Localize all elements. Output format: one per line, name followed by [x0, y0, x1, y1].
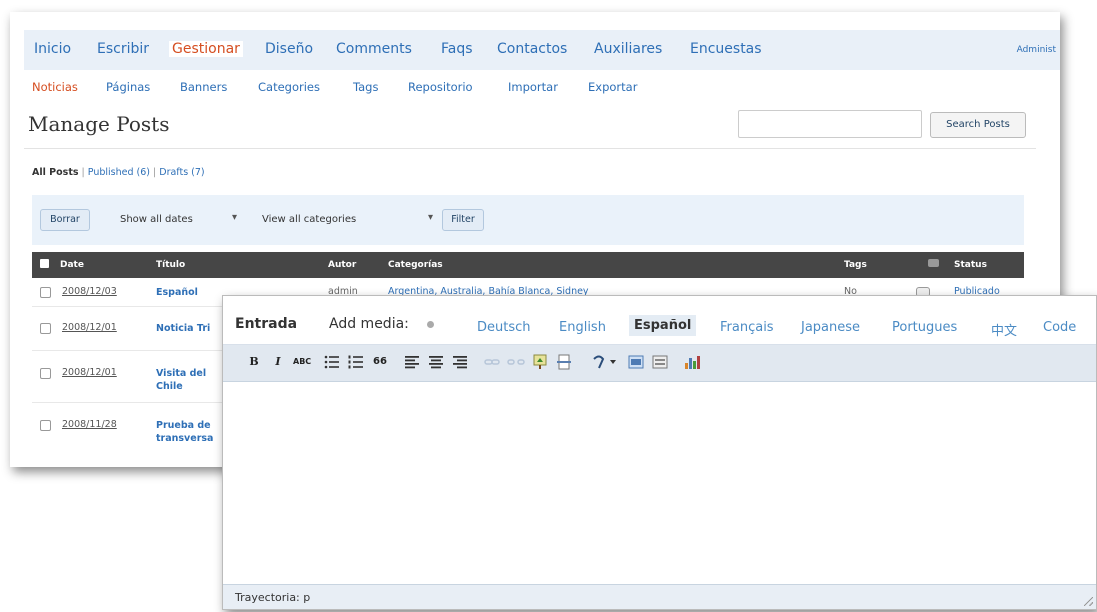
row-checkbox[interactable]	[40, 420, 51, 431]
lang-tab-english[interactable]: English	[559, 320, 606, 335]
row-checkbox[interactable]	[40, 368, 51, 379]
nav-escribir[interactable]: Escribir	[97, 41, 149, 57]
media-icon[interactable]	[427, 321, 434, 328]
subnav-tags[interactable]: Tags	[353, 80, 378, 94]
post-date[interactable]: 2008/12/01	[62, 322, 117, 333]
unlink-icon[interactable]	[507, 353, 525, 371]
admin-link[interactable]: Administ	[1017, 45, 1056, 55]
post-title[interactable]: Visita del	[156, 367, 206, 380]
nav-diseno[interactable]: Diseño	[265, 41, 313, 57]
bold-icon[interactable]: B	[245, 353, 263, 371]
spellcheck-icon[interactable]	[591, 353, 619, 371]
categories-select[interactable]: View all categories ▾	[262, 212, 440, 225]
lang-tab-code[interactable]: Code	[1043, 320, 1076, 335]
lang-tab-portugues[interactable]: Portugues	[892, 320, 957, 335]
nav-faqs[interactable]: Faqs	[441, 41, 473, 57]
bullet-list-icon[interactable]	[323, 353, 341, 371]
nav-auxiliares[interactable]: Auxiliares	[594, 41, 662, 57]
subnav-repositorio[interactable]: Repositorio	[408, 80, 473, 94]
divider	[24, 148, 1036, 149]
col-autor: Autor	[328, 260, 357, 270]
post-date[interactable]: 2008/11/28	[62, 419, 117, 430]
editor-content-area[interactable]	[223, 382, 1096, 585]
insert-image-icon[interactable]	[531, 353, 549, 371]
post-title[interactable]: Prueba de	[156, 419, 211, 432]
lang-tab-francais[interactable]: Français	[720, 320, 774, 335]
nav-inicio[interactable]: Inicio	[34, 41, 71, 57]
numbered-list-icon[interactable]	[347, 353, 365, 371]
posts-table-header: Date Título Autor Categorías Tags Status	[32, 252, 1024, 278]
actions-bar: Borrar Show all dates ▾ View all categor…	[32, 195, 1024, 245]
align-right-icon[interactable]	[451, 353, 469, 371]
blockquote-icon[interactable]: 66	[371, 353, 389, 371]
page-title: Manage Posts	[28, 112, 170, 136]
chart-icon[interactable]	[683, 353, 701, 371]
post-status-filters: All Posts | Published (6) | Drafts (7)	[32, 167, 205, 178]
dropdown-arrow-icon: ▾	[232, 212, 238, 223]
col-categorias: Categorías	[388, 260, 443, 270]
dates-select[interactable]: Show all dates ▾	[120, 212, 246, 225]
strikethrough-icon[interactable]: ABC	[293, 353, 311, 371]
italic-icon[interactable]: I	[269, 353, 287, 371]
col-titulo: Título	[156, 260, 186, 270]
post-title-line2[interactable]: transversa	[156, 432, 213, 445]
row-checkbox[interactable]	[40, 323, 51, 334]
filter-drafts[interactable]: Drafts (7)	[159, 167, 204, 178]
post-date[interactable]: 2008/12/03	[62, 286, 117, 297]
subnav-categories[interactable]: Categories	[258, 80, 320, 94]
align-center-icon[interactable]	[427, 353, 445, 371]
subnav-importar[interactable]: Importar	[508, 80, 558, 94]
align-left-icon[interactable]	[403, 353, 421, 371]
editor-status-bar: Trayectoria: p	[223, 584, 1096, 609]
post-title[interactable]: Noticia Tri	[156, 322, 210, 335]
comments-icon	[928, 259, 939, 267]
resize-grip-icon[interactable]	[1084, 597, 1093, 606]
fullscreen-icon[interactable]	[627, 353, 645, 371]
editor-toolbar: B I ABC 66	[223, 344, 1096, 382]
dates-select-value: Show all dates	[120, 214, 193, 225]
subnav-exportar[interactable]: Exportar	[588, 80, 637, 94]
nav-gestionar[interactable]: Gestionar	[169, 41, 243, 57]
more-tag-icon[interactable]	[555, 353, 573, 371]
subnav-paginas[interactable]: Páginas	[106, 80, 150, 94]
dropdown-arrow-icon: ▾	[428, 212, 434, 223]
element-path: Trayectoria: p	[235, 591, 311, 604]
kitchen-sink-icon[interactable]	[651, 353, 669, 371]
add-media-label: Add media:	[329, 316, 409, 332]
row-checkbox[interactable]	[40, 287, 51, 298]
filter-button[interactable]: Filter	[442, 209, 484, 231]
select-all-checkbox[interactable]	[40, 259, 49, 268]
top-navigation: Inicio Escribir Gestionar Diseño Comment…	[24, 30, 1060, 70]
nav-contactos[interactable]: Contactos	[497, 41, 567, 57]
filter-published[interactable]: Published (6)	[88, 167, 150, 178]
col-date: Date	[60, 260, 84, 270]
nav-encuestas[interactable]: Encuestas	[690, 41, 762, 57]
link-icon[interactable]	[483, 353, 501, 371]
post-date[interactable]: 2008/12/01	[62, 367, 117, 378]
filter-separator: |	[81, 167, 85, 178]
post-title[interactable]: Español	[156, 286, 198, 299]
post-editor-window: Entrada Add media: Deutsch English Españ…	[222, 295, 1097, 610]
lang-tab-japanese[interactable]: Japanese	[801, 320, 860, 335]
search-input[interactable]	[738, 110, 922, 138]
lang-tab-deutsch[interactable]: Deutsch	[477, 320, 531, 335]
filter-separator: |	[153, 167, 157, 178]
subnav-noticias[interactable]: Noticias	[32, 80, 78, 94]
subnav-banners[interactable]: Banners	[180, 80, 227, 94]
entrada-label: Entrada	[235, 316, 298, 332]
lang-tab-espanol[interactable]: Español	[629, 315, 697, 336]
filter-all-posts[interactable]: All Posts	[32, 167, 79, 178]
search-posts-button[interactable]: Search Posts	[930, 112, 1026, 138]
col-status: Status	[954, 260, 987, 270]
delete-button[interactable]: Borrar	[40, 209, 90, 231]
nav-comments[interactable]: Comments	[336, 41, 412, 57]
post-title-line2[interactable]: Chile	[156, 380, 183, 393]
col-tags: Tags	[844, 260, 867, 270]
lang-tab-chinese[interactable]: 中文	[991, 320, 1017, 339]
categories-select-value: View all categories	[262, 214, 357, 225]
